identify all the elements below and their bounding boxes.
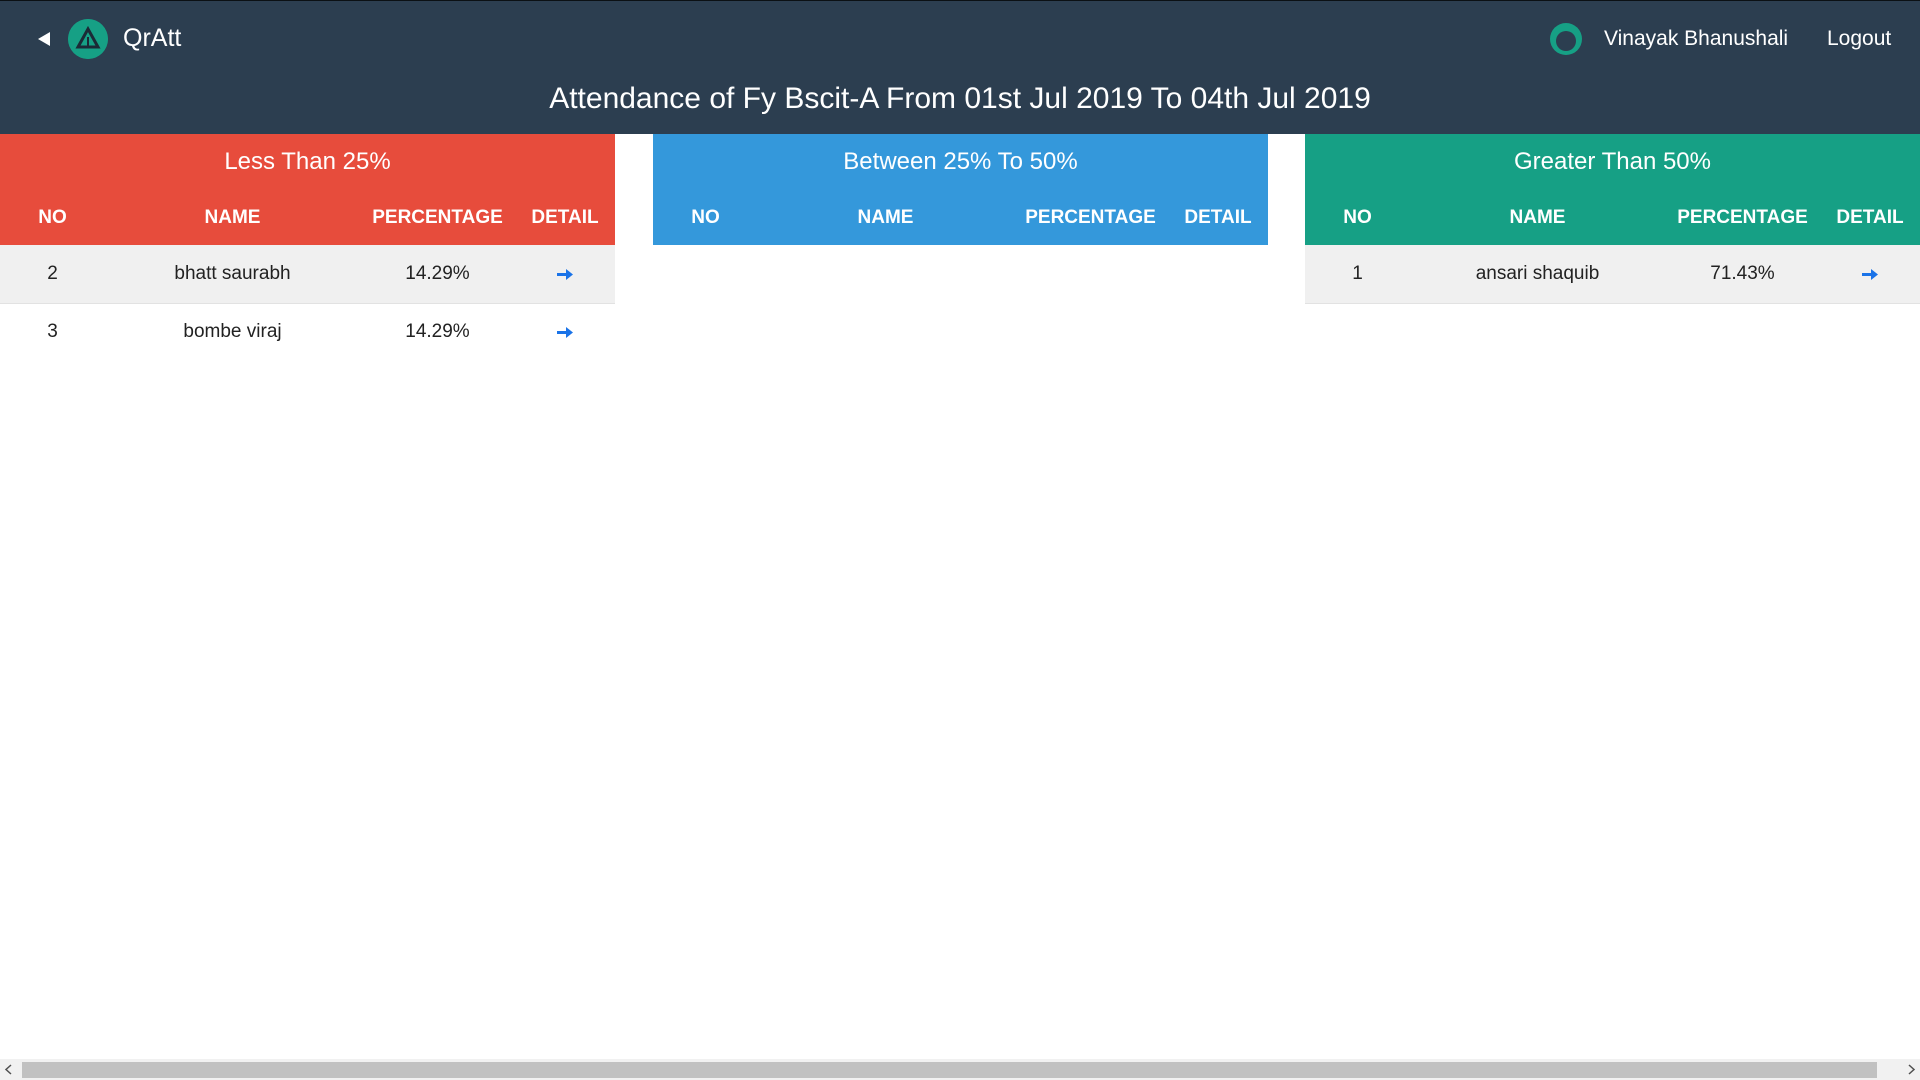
app-title: QrAtt xyxy=(123,24,182,52)
panel-greater-than-50: Greater Than 50% NO NAME PERCENTAGE DETA… xyxy=(1305,134,1920,304)
panel-header-high: Greater Than 50% NO NAME PERCENTAGE DETA… xyxy=(1305,134,1920,245)
table-header-high: NO NAME PERCENTAGE DETAIL xyxy=(1305,190,1920,245)
table-row: 3 bombe viraj 14.29% xyxy=(0,303,615,361)
user-avatar-icon xyxy=(1550,23,1582,55)
row-no: 2 xyxy=(0,245,105,304)
qratt-logo-icon xyxy=(68,19,108,59)
table-row: 1 ansari shaquib 71.43% xyxy=(1305,245,1920,304)
detail-arrow-icon[interactable] xyxy=(556,268,574,280)
row-no: 1 xyxy=(1305,245,1410,304)
column-header-no: NO xyxy=(691,206,720,228)
panel-less-than-25: Less Than 25% NO NAME PERCENTAGE DETAIL … xyxy=(0,134,615,361)
panel-between-25-50: Between 25% To 50% NO NAME PERCENTAGE DE… xyxy=(653,134,1268,245)
column-header-name: NAME xyxy=(204,206,261,228)
column-header-percentage: PERCENTAGE xyxy=(372,206,503,228)
column-header-percentage: PERCENTAGE xyxy=(1025,206,1156,228)
column-header-detail: DETAIL xyxy=(531,206,599,228)
row-name: bhatt saurabh xyxy=(105,245,360,304)
panel-title-high: Greater Than 50% xyxy=(1513,148,1711,175)
detail-arrow-icon[interactable] xyxy=(556,326,574,339)
panel-title-mid: Between 25% To 50% xyxy=(843,148,1078,175)
panel-header-low: Less Than 25% NO NAME PERCENTAGE DETAIL xyxy=(0,134,615,245)
horizontal-scrollbar[interactable] xyxy=(0,1059,1920,1080)
column-header-detail: DETAIL xyxy=(1836,206,1904,228)
column-header-detail: DETAIL xyxy=(1184,206,1252,228)
row-name: ansari shaquib xyxy=(1410,245,1665,304)
row-detail xyxy=(515,245,615,304)
column-header-no: NO xyxy=(38,206,67,228)
table-body-low: 2 bhatt saurabh 14.29% 3 bombe viraj 14.… xyxy=(0,245,615,361)
panel-title-low: Less Than 25% xyxy=(224,148,391,175)
column-header-no: NO xyxy=(1343,206,1372,228)
table-header-low: NO NAME PERCENTAGE DETAIL xyxy=(0,190,615,245)
column-header-name: NAME xyxy=(857,206,914,228)
row-no: 3 xyxy=(0,303,105,361)
scroll-left-arrow-icon[interactable] xyxy=(0,1059,18,1080)
row-detail xyxy=(515,303,615,361)
top-header: QrAtt Vinayak Bhanushali Logout Attendan… xyxy=(0,0,1920,134)
row-percentage: 71.43% xyxy=(1665,245,1820,304)
table-row: 2 bhatt saurabh 14.29% xyxy=(0,245,615,304)
detail-arrow-icon[interactable] xyxy=(1861,268,1879,280)
column-header-name: NAME xyxy=(1509,206,1566,228)
scroll-right-arrow-icon[interactable] xyxy=(1902,1059,1920,1080)
logout-link[interactable]: Logout xyxy=(1827,23,1891,55)
row-detail xyxy=(1820,245,1920,304)
row-name: bombe viraj xyxy=(105,303,360,361)
user-name[interactable]: Vinayak Bhanushali xyxy=(1604,23,1788,55)
page-title: Attendance of Fy Bscit-A From 01st Jul 2… xyxy=(549,82,1371,115)
back-arrow-icon[interactable] xyxy=(34,29,54,49)
table-body-high: 1 ansari shaquib 71.43% xyxy=(1305,245,1920,304)
row-percentage: 14.29% xyxy=(360,303,515,361)
scrollbar-thumb[interactable] xyxy=(22,1062,1877,1078)
table-header-mid: NO NAME PERCENTAGE DETAIL xyxy=(653,190,1268,245)
row-percentage: 14.29% xyxy=(360,245,515,304)
panel-header-mid: Between 25% To 50% NO NAME PERCENTAGE DE… xyxy=(653,134,1268,245)
column-header-percentage: PERCENTAGE xyxy=(1677,206,1808,228)
